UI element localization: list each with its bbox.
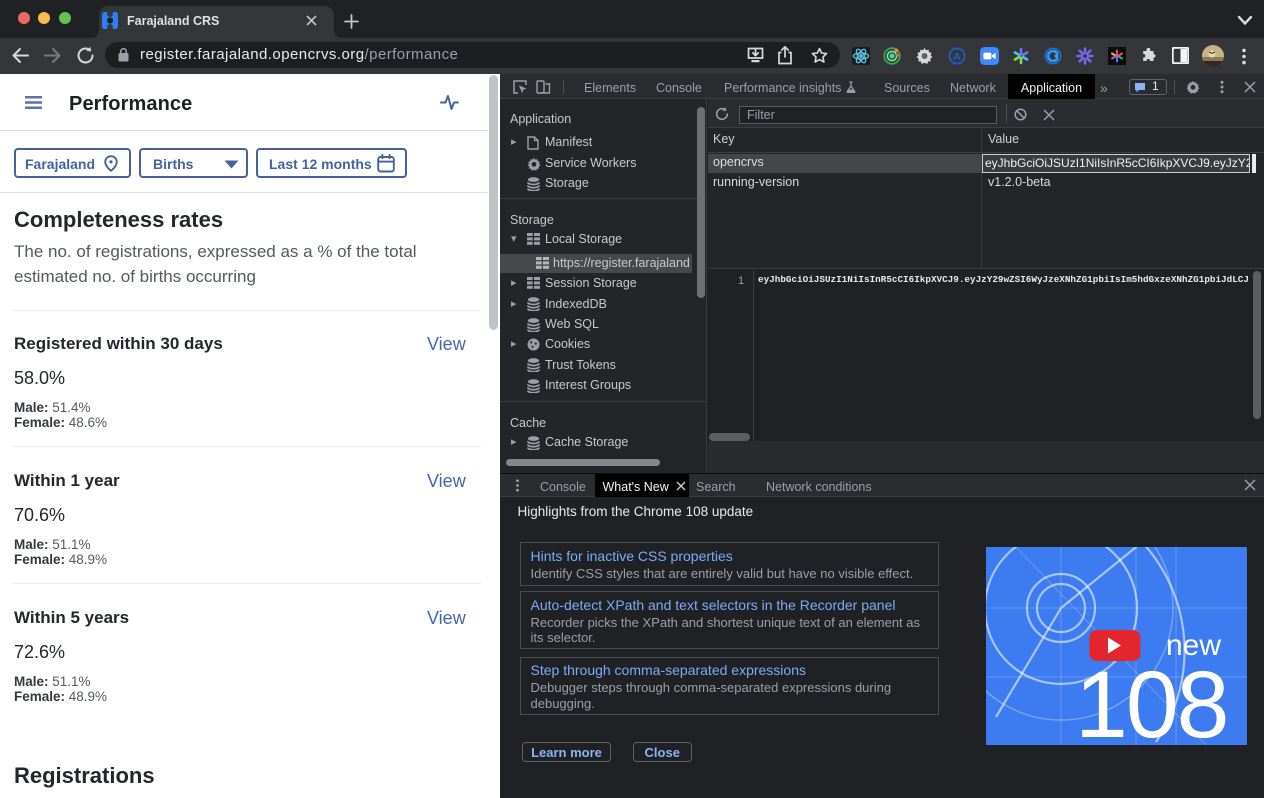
svg-text:A: A: [953, 51, 961, 63]
svg-text:108: 108: [1075, 652, 1228, 745]
